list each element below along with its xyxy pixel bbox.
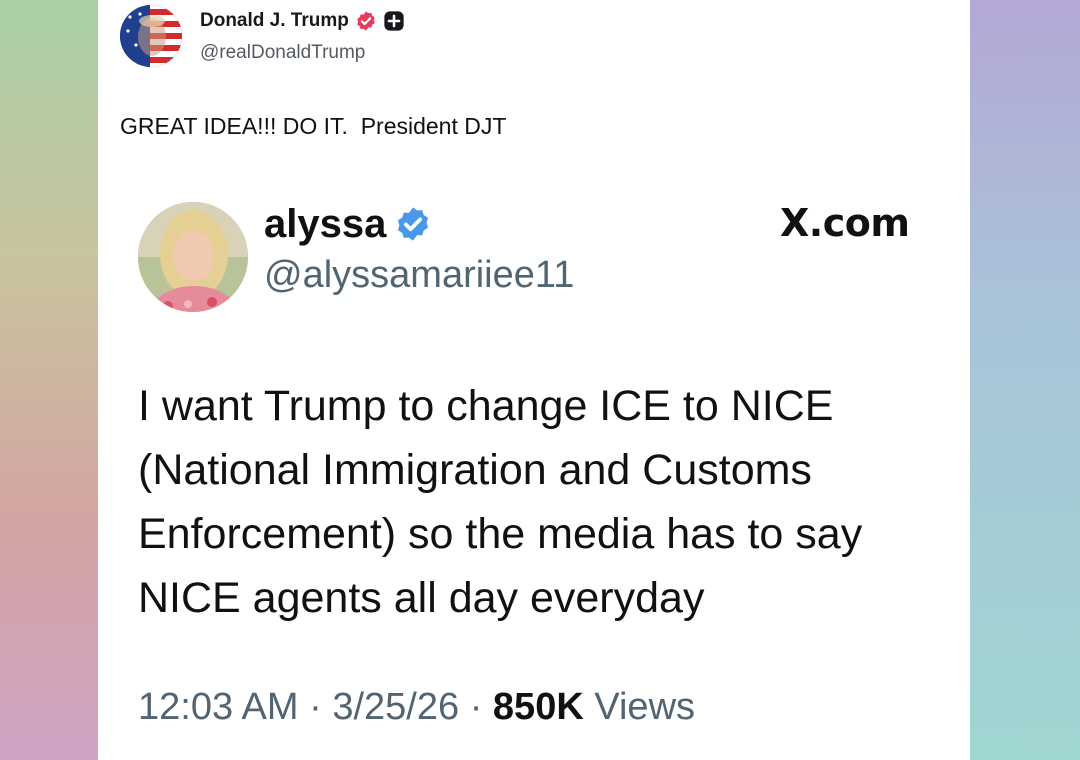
embedded-author-avatar (138, 202, 248, 312)
post-date: 3/25/26 (332, 686, 460, 728)
verified-checkmark-icon (398, 207, 429, 241)
post-time: 12:03 AM (138, 686, 299, 728)
meta-separator: · (469, 686, 483, 728)
embedded-author-name-row: alyssa (264, 199, 432, 249)
embedded-author-name: alyssa (264, 201, 387, 246)
views-label: Views (594, 686, 696, 728)
x-brand-label: X.com (780, 201, 910, 245)
embedded-post-line: Enforcement) so the media has to say (138, 510, 863, 558)
verified-badge-icon (357, 11, 375, 31)
author-name-row: Donald J. Trump (200, 8, 405, 34)
views-count: 850K (492, 686, 584, 728)
author-name[interactable]: Donald J. Trump (200, 10, 349, 32)
plus-badge-icon (384, 11, 404, 31)
flag-portrait-image (120, 5, 182, 67)
embedded-post-text: I want Trump to change ICE to NICE (Nati… (138, 374, 938, 630)
embedded-post-line: I want Trump to change ICE to NICE (138, 382, 834, 430)
embedded-post-meta: 12:03 AM · 3/25/26 · 850K Views (138, 686, 695, 729)
embedded-post-line: (National Immigration and Customs (138, 446, 812, 494)
post-text: GREAT IDEA!!! DO IT. President DJT (120, 113, 507, 139)
meta-separator: · (309, 686, 322, 728)
post-card: Donald J. Trump @realDonaldTrump GREAT I… (98, 0, 970, 760)
profile-photo-image (138, 202, 248, 312)
author-handle[interactable]: @realDonaldTrump (200, 42, 365, 64)
author-avatar[interactable] (120, 5, 182, 67)
embedded-post-line: NICE agents all day everyday (138, 574, 705, 622)
embedded-author-handle: @alyssamariiee11 (264, 254, 575, 296)
background-gradient-right (970, 0, 1080, 760)
